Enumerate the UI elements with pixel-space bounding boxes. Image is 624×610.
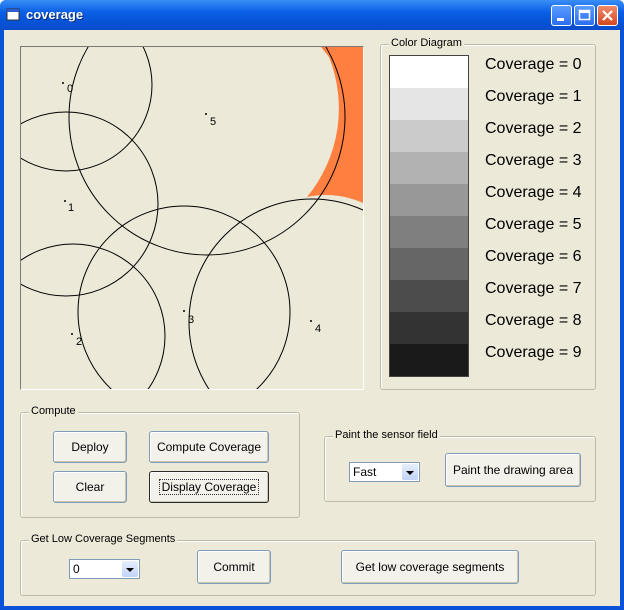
swatch-8 <box>390 312 468 344</box>
sensor-range-4 <box>188 198 363 389</box>
display-coverage-button[interactable]: Display Coverage <box>149 471 269 503</box>
sensor-label: 3 <box>188 314 194 326</box>
sensor-label: 4 <box>315 323 321 335</box>
sensor-label: 5 <box>210 116 216 128</box>
clear-label: Clear <box>75 480 105 494</box>
swatch-0 <box>390 56 468 88</box>
commit-label: Commit <box>213 560 255 574</box>
swatch-5 <box>390 216 468 248</box>
coverage-level-select[interactable]: 0 <box>69 559 140 579</box>
sensor-range-3 <box>77 205 291 389</box>
sensor-field-drawing: 0 1 2 3 4 5 <box>21 47 363 389</box>
clear-button[interactable]: Clear <box>53 471 127 503</box>
uncovered-region <box>307 47 363 203</box>
client-area: 0 1 2 3 4 5 Color Diagram Coverage = 0 C… <box>4 30 620 606</box>
coverage-label: Coverage = 1 <box>485 88 582 105</box>
paint-speed-value: Fast <box>353 465 377 479</box>
coverage-label: Coverage = 9 <box>485 344 582 361</box>
commit-button[interactable]: Commit <box>197 550 271 584</box>
sensor-range-5 <box>68 47 346 256</box>
coverage-label: Coverage = 5 <box>485 216 582 233</box>
compute-coverage-button[interactable]: Compute Coverage <box>149 431 269 463</box>
sensor-label: 1 <box>68 202 74 214</box>
minimize-icon <box>557 18 564 21</box>
close-icon <box>602 10 613 21</box>
coverage-label: Coverage = 4 <box>485 184 582 201</box>
compute-title: Compute <box>29 405 78 417</box>
swatch-9 <box>390 344 468 376</box>
sensor-dot <box>64 200 66 202</box>
title-bar[interactable]: coverage <box>0 0 624 30</box>
maximize-button[interactable] <box>574 5 595 26</box>
compute-group: Compute Deploy Compute Coverage Clear Di… <box>20 405 300 518</box>
window-title: coverage <box>26 7 84 22</box>
sensor-label: 0 <box>67 83 73 95</box>
swatch-3 <box>390 152 468 184</box>
sensor-range-0 <box>21 47 153 172</box>
coverage-label: Coverage = 7 <box>485 280 582 297</box>
get-low-coverage-segments-button[interactable]: Get low coverage segments <box>341 550 519 584</box>
paint-group: Paint the sensor field Fast Paint the dr… <box>324 429 596 502</box>
paint-drawing-area-button[interactable]: Paint the drawing area <box>445 453 581 487</box>
sensor-dot <box>71 333 73 335</box>
sensor-dot <box>310 320 312 322</box>
swatch-1 <box>390 88 468 120</box>
sensor-field-canvas[interactable]: 0 1 2 3 4 5 <box>20 46 364 390</box>
sensor-label: 2 <box>76 336 82 348</box>
coverage-label: Coverage = 3 <box>485 152 582 169</box>
deploy-label: Deploy <box>71 440 109 454</box>
low-coverage-title: Get Low Coverage Segments <box>29 533 178 545</box>
swatch-4 <box>390 184 468 216</box>
get-low-coverage-segments-label: Get low coverage segments <box>355 560 505 574</box>
swatch-7 <box>390 280 468 312</box>
color-scale <box>389 55 469 377</box>
sensor-dot <box>62 82 64 84</box>
coverage-level-value: 0 <box>73 562 80 576</box>
minimize-button[interactable] <box>551 5 572 26</box>
display-coverage-label: Display Coverage <box>158 479 260 495</box>
sensor-range-1 <box>21 111 159 297</box>
sensor-dot <box>205 113 207 115</box>
deploy-button[interactable]: Deploy <box>53 431 127 463</box>
coverage-label: Coverage = 6 <box>485 248 582 265</box>
maximize-icon <box>578 9 591 21</box>
sensor-dot <box>183 310 185 312</box>
chevron-down-icon[interactable] <box>402 464 418 480</box>
swatch-6 <box>390 248 468 280</box>
coverage-label: Coverage = 8 <box>485 312 582 329</box>
paint-speed-select[interactable]: Fast <box>349 462 420 482</box>
paint-title: Paint the sensor field <box>333 429 440 441</box>
color-diagram-title: Color Diagram <box>389 37 464 49</box>
paint-drawing-area-label: Paint the drawing area <box>452 463 574 477</box>
low-coverage-group: Get Low Coverage Segments 0 Commit Get l… <box>20 533 596 596</box>
app-icon <box>6 8 20 21</box>
coverage-label: Coverage = 0 <box>485 56 582 73</box>
coverage-label: Coverage = 2 <box>485 120 582 137</box>
swatch-2 <box>390 120 468 152</box>
color-diagram-group: Color Diagram Coverage = 0 Coverage = 1 … <box>380 37 596 390</box>
app-window: coverage 0 1 2 3 4 5 Color Diagram Cover… <box>0 0 624 610</box>
close-button[interactable] <box>597 5 618 26</box>
compute-coverage-label: Compute Coverage <box>156 440 262 454</box>
chevron-down-icon[interactable] <box>122 561 138 577</box>
